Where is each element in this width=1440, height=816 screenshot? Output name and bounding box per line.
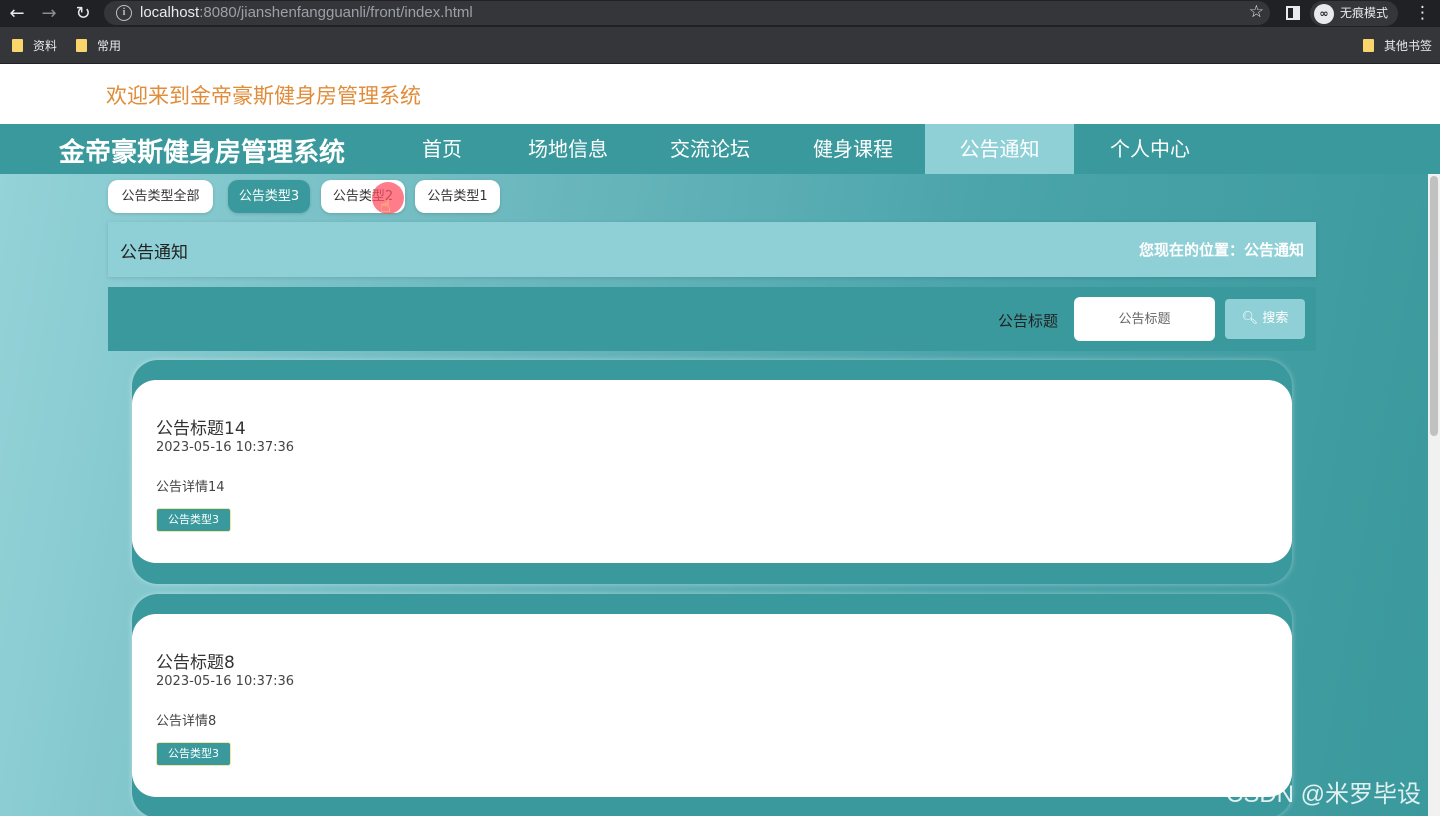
url-host: localhost <box>140 4 200 21</box>
content-area: 公告类型全部 公告类型3 公告类型2 公告类型1 ☝ 公告通知 您现在的位置：公… <box>0 174 1428 816</box>
site-title: 金帝豪斯健身房管理系统 <box>59 138 346 168</box>
back-icon[interactable]: ← <box>6 3 28 25</box>
filter-type-3[interactable]: 公告类型3 <box>228 180 310 213</box>
notice-card-body: 公告标题8 2023-05-16 10:37:36 公告详情8 公告类型3 <box>132 614 1292 797</box>
notice-date: 2023-05-16 10:37:36 <box>156 674 295 689</box>
welcome-text: 欢迎来到金帝豪斯健身房管理系统 <box>106 84 421 108</box>
page-title: 公告通知 <box>120 243 188 263</box>
notice-title: 公告标题8 <box>156 653 235 673</box>
filter-type-1[interactable]: 公告类型1 <box>415 180 500 213</box>
address-bar[interactable]: i localhost:8080/jianshenfangguanli/fron… <box>104 1 1270 25</box>
site-info-icon[interactable]: i <box>116 5 132 21</box>
bookmark-label: 常用 <box>97 39 122 53</box>
search-label: 公告标题 <box>998 312 1059 330</box>
nav-venues[interactable]: 场地信息 <box>510 124 626 174</box>
watermark: CSDN @米罗毕设 <box>1226 781 1422 808</box>
browser-menu-icon[interactable]: ⋮ <box>1414 3 1431 23</box>
notice-card-body: 公告标题14 2023-05-16 10:37:36 公告详情14 公告类型3 <box>132 380 1292 563</box>
hand-cursor-icon: ☝ <box>380 196 391 217</box>
breadcrumb: 公告通知 您现在的位置：公告通知 <box>108 222 1316 277</box>
search-button-label: 搜索 <box>1262 311 1289 326</box>
current-location: 您现在的位置：公告通知 <box>1138 241 1304 259</box>
search-button[interactable]: 🔍︎ 搜索 <box>1225 299 1305 339</box>
url-text: localhost:8080/jianshenfangguanli/front/… <box>140 4 473 21</box>
nav-courses[interactable]: 健身课程 <box>795 124 911 174</box>
incognito-label: 无痕模式 <box>1340 6 1389 20</box>
folder-icon <box>12 39 23 52</box>
forward-icon[interactable]: → <box>38 3 60 25</box>
notice-desc: 公告详情8 <box>156 714 217 729</box>
notice-date: 2023-05-16 10:37:36 <box>156 440 295 455</box>
filter-type-all[interactable]: 公告类型全部 <box>108 180 213 213</box>
url-path: :8080/jianshenfangguanli/front/index.htm… <box>199 4 473 21</box>
bookmark-label: 资料 <box>33 39 58 53</box>
bookmarks-bar: 资料 常用 其他书签 <box>0 27 1440 64</box>
reload-icon[interactable]: ↻ <box>72 3 94 25</box>
bookmark-item[interactable]: 常用 <box>76 37 121 54</box>
notice-type-tag: 公告类型3 <box>156 742 231 766</box>
incognito-icon: ∞ <box>1314 3 1334 24</box>
browser-toolbar: ← → ↻ i localhost:8080/jianshenfangguanl… <box>0 0 1440 27</box>
other-bookmarks-label: 其他书签 <box>1384 39 1433 53</box>
folder-icon <box>1363 39 1374 52</box>
search-bar: 公告标题 🔍︎ 搜索 <box>108 287 1316 351</box>
notice-card[interactable]: 公告标题14 2023-05-16 10:37:36 公告详情14 公告类型3 <box>132 360 1292 584</box>
nav-announcements[interactable]: 公告通知 <box>925 124 1074 174</box>
search-input[interactable] <box>1074 297 1215 341</box>
nav-home[interactable]: 首页 <box>392 124 492 174</box>
incognito-badge[interactable]: ∞ 无痕模式 <box>1310 1 1399 26</box>
notice-title: 公告标题14 <box>156 419 246 439</box>
bookmark-item[interactable]: 资料 <box>12 37 57 54</box>
folder-icon <box>76 39 87 52</box>
scrollbar-thumb[interactable] <box>1430 176 1438 436</box>
notice-type-tag: 公告类型3 <box>156 508 231 532</box>
search-icon: 🔍︎ <box>1241 311 1259 326</box>
other-bookmarks[interactable]: 其他书签 <box>1363 37 1432 54</box>
nav-personal-center[interactable]: 个人中心 <box>1084 124 1216 174</box>
nav-forum[interactable]: 交流论坛 <box>652 124 768 174</box>
side-panel-icon[interactable] <box>1286 6 1300 20</box>
bookmark-star-icon[interactable]: ☆ <box>1249 2 1264 22</box>
notice-desc: 公告详情14 <box>156 480 225 495</box>
welcome-bar: 欢迎来到金帝豪斯健身房管理系统 <box>0 64 1440 124</box>
main-nav: 金帝豪斯健身房管理系统 首页 场地信息 交流论坛 健身课程 公告通知 个人中心 <box>0 124 1440 174</box>
page-scrollbar[interactable] <box>1428 174 1440 816</box>
notice-card[interactable]: 公告标题8 2023-05-16 10:37:36 公告详情8 公告类型3 <box>132 594 1292 816</box>
